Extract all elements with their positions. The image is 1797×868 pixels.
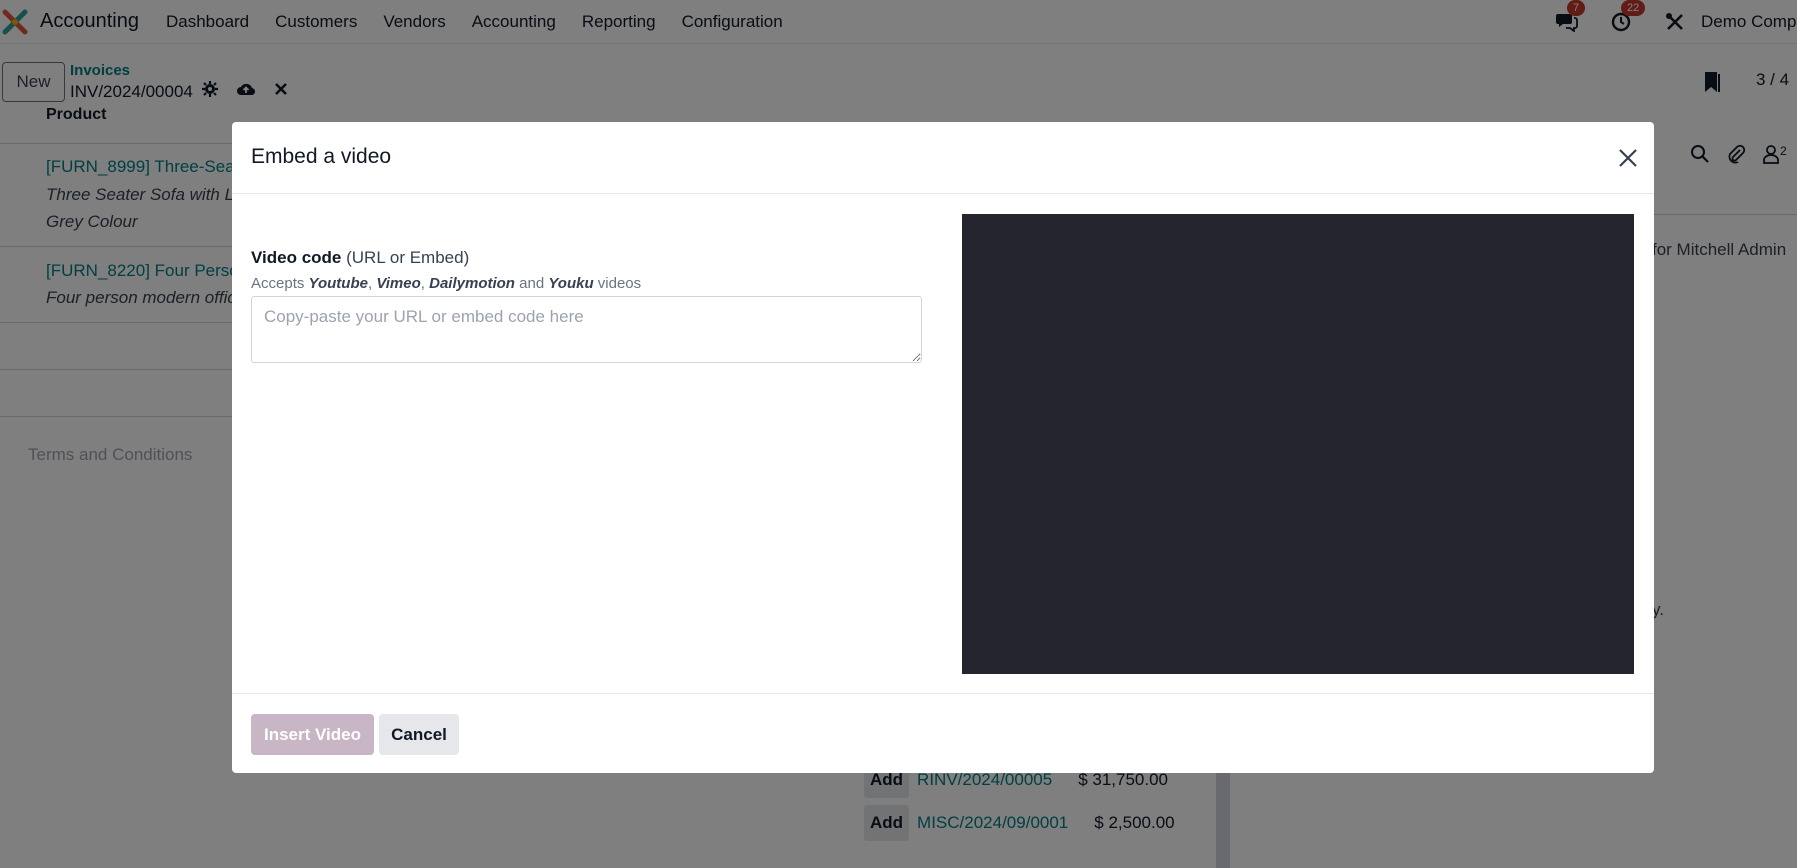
video-code-label: Video code (URL or Embed) (251, 248, 470, 267)
dialog-footer: Insert Video Cancel (232, 693, 1654, 773)
dialog-header: Embed a video (232, 122, 1654, 194)
cancel-button[interactable]: Cancel (379, 714, 459, 755)
embed-video-dialog: Embed a video Video code (URL or Embed) … (232, 122, 1654, 773)
video-preview (962, 214, 1634, 674)
close-icon[interactable] (1614, 144, 1642, 172)
video-code-help: Accepts Youtube, Vimeo, Dailymotion and … (251, 275, 642, 292)
dialog-title: Embed a video (251, 145, 392, 168)
insert-video-button[interactable]: Insert Video (251, 714, 374, 755)
video-code-input[interactable] (251, 296, 922, 363)
